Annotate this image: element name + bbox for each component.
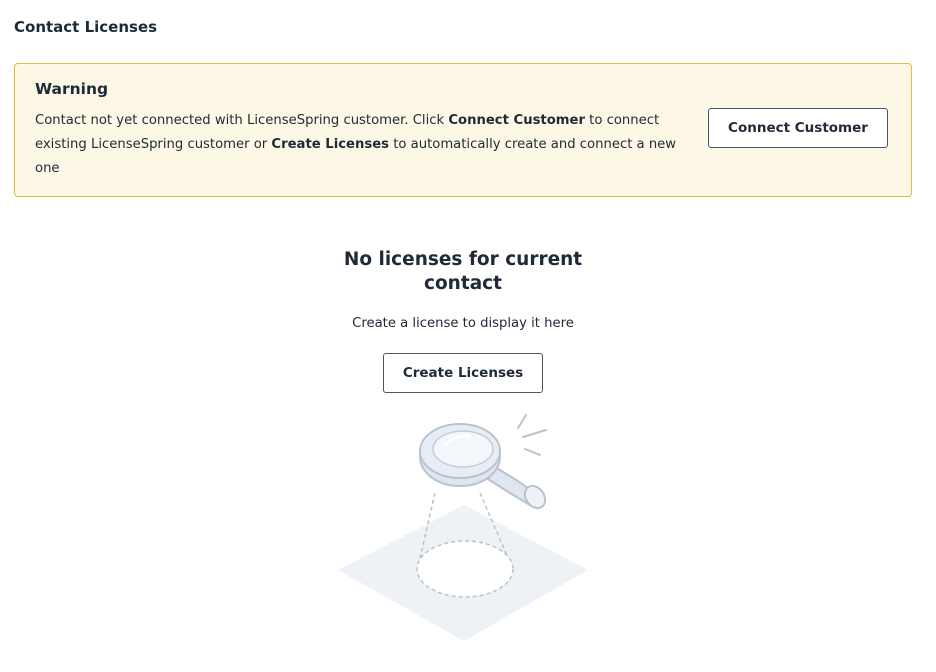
warning-banner: Warning Contact not yet connected with L… [14, 63, 912, 197]
sparkle-line [522, 429, 547, 438]
warning-title: Warning [35, 80, 109, 98]
warning-text-connect-customer: Connect Customer [448, 113, 585, 128]
connect-customer-button[interactable]: Connect Customer [708, 108, 888, 148]
warning-message: Contact not yet connected with LicenseSp… [35, 109, 683, 181]
page-title: Contact Licenses [14, 18, 158, 36]
warning-text-part: Contact not yet connected with LicenseSp… [35, 113, 449, 128]
create-licenses-button[interactable]: Create Licenses [383, 353, 543, 393]
warning-text-create-licenses: Create Licenses [271, 137, 390, 152]
magnifying-glass-search-icon [338, 414, 588, 641]
empty-state-subtitle: Create a license to display it here [352, 316, 574, 331]
spotlight-ellipse [416, 540, 514, 598]
empty-state-title: No licenses for current contact [343, 249, 583, 294]
sparkle-line [517, 414, 527, 429]
sparkle-line [524, 448, 541, 456]
magnifier-handle [487, 466, 547, 510]
